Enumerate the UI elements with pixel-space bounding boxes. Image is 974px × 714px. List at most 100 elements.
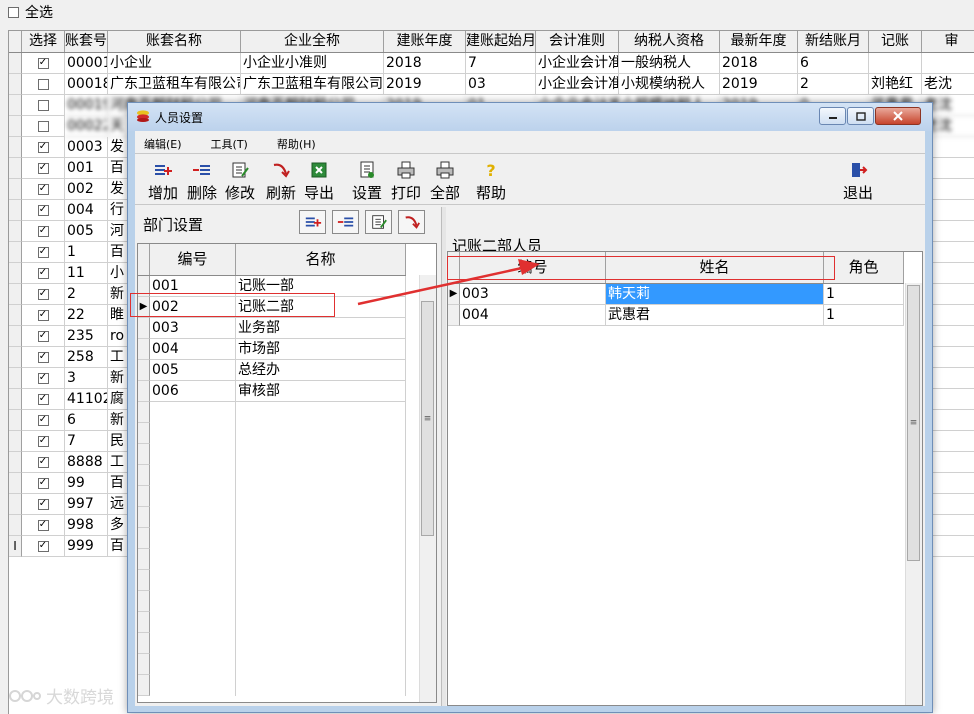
grid-cell-month: 6 [798, 53, 869, 74]
dept-no-cell [150, 570, 236, 591]
menu-tools[interactable]: 工具(T) [202, 131, 248, 152]
row-checkbox[interactable]: ✓ [37, 330, 49, 342]
maximize-button[interactable] [847, 107, 874, 125]
row-checkbox[interactable]: ✓ [37, 183, 49, 195]
grid-cell-name: 小企业 [108, 53, 241, 74]
row-checkbox[interactable] [37, 78, 49, 90]
staff-table[interactable]: 编号 姓名 角色 ▶ 003 韩天莉 1 004 武惠君 1 ≡ [447, 251, 923, 706]
dept-empty-row [138, 675, 406, 696]
help-button[interactable]: ? 帮助 [476, 156, 506, 203]
row-indicator [9, 137, 22, 158]
dept-empty-row [138, 465, 406, 486]
dept-row[interactable]: 006 审核部 [138, 381, 406, 402]
row-indicator [9, 410, 22, 431]
grid-col-header[interactable]: 企业全称 [241, 31, 384, 52]
help-icon: ? [486, 161, 495, 180]
row-checkbox[interactable]: ✓ [37, 456, 49, 468]
refresh-button[interactable]: 刷新 [266, 156, 296, 203]
print-button[interactable]: 打印 [391, 156, 421, 203]
row-indicator [138, 612, 150, 633]
grid-col-header[interactable]: 记账 [869, 31, 922, 52]
row-checkbox[interactable]: ✓ [37, 309, 49, 321]
row-checkbox[interactable]: ✓ [37, 246, 49, 258]
row-indicator [9, 116, 22, 137]
row-indicator [138, 633, 150, 654]
print-all-button[interactable]: 全部 [430, 156, 460, 203]
dept-add-button[interactable] [299, 210, 326, 234]
select-all-checkbox[interactable]: 全选 [8, 2, 53, 22]
row-checkbox[interactable]: ✓ [37, 477, 49, 489]
minimize-button[interactable] [819, 107, 846, 125]
row-indicator: ▶ [448, 284, 460, 305]
exit-button[interactable]: 退出 [843, 156, 873, 203]
row-indicator [9, 200, 22, 221]
menu-edit[interactable]: 编辑(E) [135, 131, 182, 152]
grid-col-header[interactable]: 审 [922, 31, 974, 52]
staff-name-cell[interactable]: 武惠君 [606, 305, 824, 326]
row-checkbox[interactable]: ✓ [37, 141, 49, 153]
dept-no-cell [150, 402, 236, 423]
dept-refresh-button[interactable] [398, 210, 425, 234]
dept-row[interactable]: 005 总经办 [138, 360, 406, 381]
row-checkbox[interactable]: ✓ [37, 519, 49, 531]
dept-row[interactable]: 004 市场部 [138, 339, 406, 360]
grid-col-header[interactable]: 建账起始月 [466, 31, 536, 52]
table-row[interactable]: 00018广东卫蓝租车有限公司广东卫蓝租车有限公司201903小企业会计准则小规… [9, 74, 974, 95]
row-checkbox[interactable]: ✓ [37, 540, 49, 552]
row-checkbox[interactable]: ✓ [37, 204, 49, 216]
staff-scrollbar[interactable]: ≡ [905, 283, 922, 705]
staff-scroll-thumb[interactable]: ≡ [907, 285, 920, 561]
row-indicator: I [9, 536, 22, 557]
row-checkbox[interactable]: ✓ [37, 498, 49, 510]
dept-row[interactable]: 003 业务部 [138, 318, 406, 339]
add-button[interactable]: 增加 [148, 156, 178, 203]
row-checkbox[interactable]: ✓ [37, 351, 49, 363]
dept-name-cell: 市场部 [236, 339, 406, 360]
row-checkbox[interactable]: ✓ [37, 225, 49, 237]
dept-delete-button[interactable] [332, 210, 359, 234]
dept-edit-button[interactable] [365, 210, 392, 234]
dept-empty-row [138, 612, 406, 633]
delete-button[interactable]: 删除 [187, 156, 217, 203]
department-scroll-thumb[interactable]: ≡ [421, 301, 434, 536]
grid-col-header[interactable]: 最新年度 [720, 31, 798, 52]
grid-col-header[interactable]: 会计准则 [536, 31, 619, 52]
dialog-title-bar[interactable]: 人员设置 [128, 103, 932, 131]
row-checkbox[interactable]: ✓ [37, 267, 49, 279]
grid-cell-aud [922, 53, 974, 74]
row-checkbox[interactable]: ✓ [37, 393, 49, 405]
dept-empty-row [138, 570, 406, 591]
grid-col-header[interactable]: 账套号 [65, 31, 108, 52]
grid-col-header[interactable]: 建账年度 [384, 31, 466, 52]
staff-name-cell[interactable]: 韩天莉 [606, 284, 824, 305]
row-checkbox[interactable]: ✓ [37, 288, 49, 300]
staff-row[interactable]: ▶ 003 韩天莉 1 [448, 284, 904, 305]
grid-col-header[interactable]: 选择 [22, 31, 65, 52]
row-checkbox[interactable] [37, 120, 49, 132]
close-button[interactable] [875, 107, 921, 125]
grid-col-header[interactable]: 新结账月 [798, 31, 869, 52]
dept-name-cell [236, 549, 406, 570]
dialog-title: 人员设置 [155, 111, 204, 125]
dialog-body: 编辑(E) 工具(T) 帮助(H) 增加 删除 修改 刷新 导出 设置 打印 全… [135, 131, 925, 706]
row-checkbox[interactable] [37, 99, 49, 111]
menu-help[interactable]: 帮助(H) [268, 131, 316, 152]
grid-col-header[interactable]: 账套名称 [108, 31, 241, 52]
department-scrollbar[interactable]: ≡ [419, 275, 436, 702]
edit-button[interactable]: 修改 [225, 156, 255, 203]
table-row[interactable]: ✓00001小企业小企业小准则20187小企业会计准则一般纳税人20186 [9, 53, 974, 74]
row-checkbox[interactable]: ✓ [37, 162, 49, 174]
export-button[interactable]: 导出 [304, 156, 334, 203]
dept-name-cell [236, 591, 406, 612]
row-checkbox[interactable]: ✓ [37, 57, 49, 69]
grid-col-header[interactable]: 纳税人资格 [619, 31, 720, 52]
staff-row[interactable]: 004 武惠君 1 [448, 305, 904, 326]
row-checkbox[interactable]: ✓ [37, 414, 49, 426]
select-all-box[interactable] [8, 6, 19, 18]
settings-button[interactable]: 设置 [352, 156, 382, 203]
edit-icon [371, 215, 387, 229]
row-checkbox[interactable]: ✓ [37, 372, 49, 384]
toolbar: 增加 删除 修改 刷新 导出 设置 打印 全部 ? 帮助 退出 [135, 153, 925, 205]
row-indicator [138, 591, 150, 612]
row-checkbox[interactable]: ✓ [37, 435, 49, 447]
